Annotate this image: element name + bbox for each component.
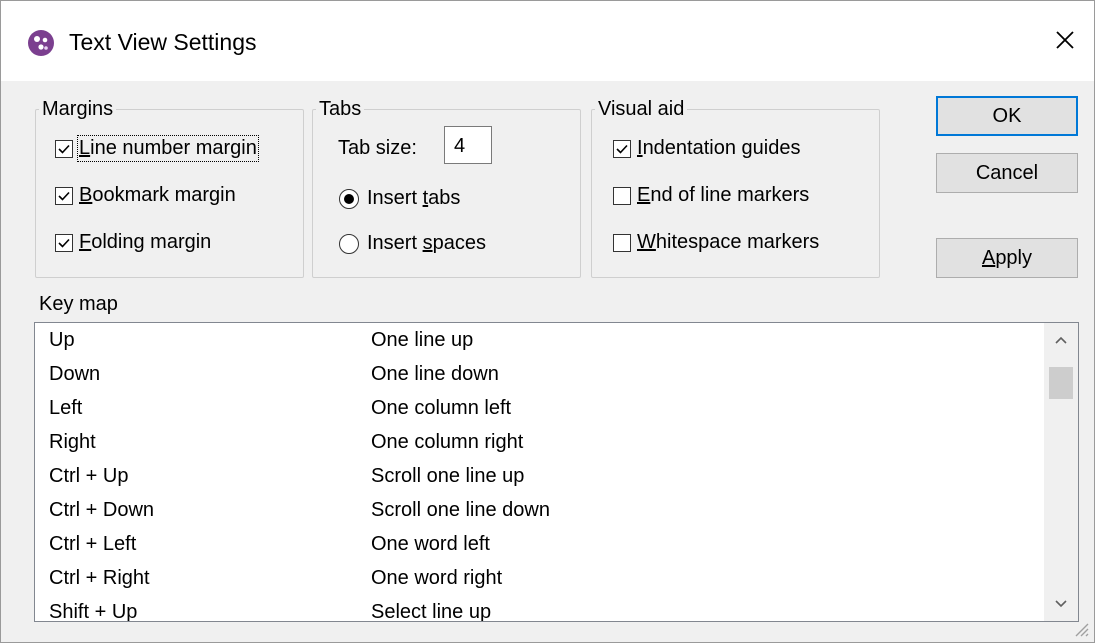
action-cell: One column right xyxy=(371,431,524,453)
list-item[interactable]: Ctrl + Down Scroll one line down xyxy=(35,493,1045,527)
action-cell: One column left xyxy=(371,397,512,419)
action-cell: Scroll one line up xyxy=(371,465,525,487)
radio-dot xyxy=(344,193,354,204)
key-cell: Up xyxy=(49,329,75,351)
whitespace-markers-label: Whitespace markers xyxy=(637,231,820,253)
list-item[interactable]: Shift + Up Select line up xyxy=(35,595,1045,622)
window-title: Text View Settings xyxy=(69,29,257,55)
whitespace-markers-checkbox[interactable]: Whitespace markers xyxy=(613,231,819,254)
checkbox-box[interactable] xyxy=(613,186,631,205)
key-cell: Left xyxy=(49,397,83,419)
dialog-body: Margins Line number margin Bookmark marg… xyxy=(1,81,1094,642)
insert-tabs-label: Insert tabs xyxy=(367,187,461,209)
key-cell: Ctrl + Down xyxy=(49,499,155,521)
tab-size-label: Tab size: xyxy=(338,137,417,159)
list-item[interactable]: Ctrl + Up Scroll one line up xyxy=(35,459,1045,493)
checkbox-box[interactable] xyxy=(613,233,631,252)
action-cell: One word right xyxy=(371,567,503,589)
close-icon[interactable] xyxy=(1048,23,1082,57)
insert-tabs-radio[interactable]: Insert tabs xyxy=(339,187,460,210)
action-cell: Scroll one line down xyxy=(371,499,550,521)
list-item[interactable]: Down One line down xyxy=(35,357,1045,391)
ok-button[interactable]: OK xyxy=(936,96,1078,136)
end-of-line-markers-checkbox[interactable]: End of line markers xyxy=(613,184,809,207)
radio-circle[interactable] xyxy=(339,188,359,209)
keymap-list[interactable]: Up One line up Down One line down Left One … xyxy=(34,322,1079,622)
key-cell: Ctrl + Up xyxy=(49,465,129,487)
key-cell: Down xyxy=(49,363,101,385)
action-cell: One line up xyxy=(371,329,474,351)
checkmark-icon xyxy=(616,144,628,154)
chevron-down-icon xyxy=(1055,600,1067,608)
checkbox-box[interactable] xyxy=(55,233,73,252)
margins-legend: Margins xyxy=(42,98,114,120)
app-logo-icon xyxy=(28,30,54,56)
vertical-scrollbar[interactable] xyxy=(1044,323,1078,621)
key-cell: Right xyxy=(49,431,96,453)
key-cell: Shift + Up xyxy=(49,601,138,622)
checkbox-box[interactable] xyxy=(613,139,631,158)
checkmark-icon xyxy=(58,144,70,154)
checkmark-icon xyxy=(58,191,70,201)
insert-spaces-label: Insert spaces xyxy=(367,232,486,254)
indentation-guides-checkbox[interactable]: Indentation guides xyxy=(613,137,800,160)
keymap-label: Key map xyxy=(39,293,118,315)
scroll-down-button[interactable] xyxy=(1044,587,1078,621)
checkbox-box[interactable] xyxy=(55,186,73,205)
action-cell: One line down xyxy=(371,363,499,385)
chevron-up-icon xyxy=(1055,336,1067,344)
title-bar: Text View Settings xyxy=(1,1,1094,81)
key-cell: Ctrl + Left xyxy=(49,533,137,555)
visual-aid-legend: Visual aid xyxy=(598,98,685,120)
checkmark-icon xyxy=(58,238,70,248)
dialog-window: Text View Settings Margins Line number m… xyxy=(0,0,1095,643)
apply-button[interactable]: Apply xyxy=(936,238,1078,278)
resize-grip-icon[interactable] xyxy=(1072,620,1090,638)
end-of-line-markers-label: End of line markers xyxy=(637,184,810,206)
line-number-margin-checkbox[interactable]: Line number margin xyxy=(55,135,259,162)
cancel-button[interactable]: Cancel xyxy=(936,153,1078,193)
list-item[interactable]: Ctrl + Left One word left xyxy=(35,527,1045,561)
indentation-guides-label: Indentation guides xyxy=(637,137,801,159)
scroll-up-button[interactable] xyxy=(1044,323,1078,357)
list-item[interactable]: Up One line up xyxy=(35,323,1045,357)
bookmark-margin-label: Bookmark margin xyxy=(79,184,236,206)
radio-circle[interactable] xyxy=(339,233,359,254)
folding-margin-label: Folding margin xyxy=(79,231,212,253)
action-cell: One word left xyxy=(371,533,490,555)
folding-margin-checkbox[interactable]: Folding margin xyxy=(55,231,211,254)
line-number-margin-label: Line number margin xyxy=(77,135,259,162)
tabs-legend: Tabs xyxy=(319,98,362,120)
scroll-thumb[interactable] xyxy=(1049,367,1073,399)
action-cell: Select line up xyxy=(371,601,492,622)
key-cell: Ctrl + Right xyxy=(49,567,150,589)
bookmark-margin-checkbox[interactable]: Bookmark margin xyxy=(55,184,236,207)
checkbox-box[interactable] xyxy=(55,139,73,158)
list-item[interactable]: Right One column right xyxy=(35,425,1045,459)
list-item[interactable]: Left One column left xyxy=(35,391,1045,425)
tab-size-input[interactable]: 4 xyxy=(444,126,492,164)
insert-spaces-radio[interactable]: Insert spaces xyxy=(339,232,486,255)
list-item[interactable]: Ctrl + Right One word right xyxy=(35,561,1045,595)
